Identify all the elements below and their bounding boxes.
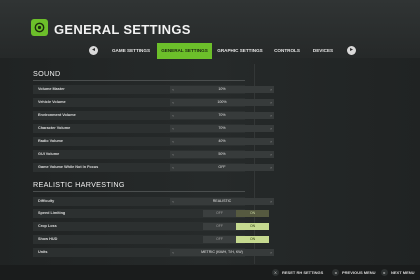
setting-row-environment-volume[interactable]: Environment Volume ‹ 70% › — [33, 111, 274, 120]
value-selector[interactable]: ‹ 100% › — [170, 99, 274, 106]
setting-label: Environment Volume — [38, 113, 76, 117]
arrow-right-icon[interactable]: › — [268, 249, 274, 256]
selector-value: 10% — [218, 87, 226, 91]
setting-label: Show HUD — [38, 237, 58, 241]
tab-controls[interactable]: CONTROLS — [268, 43, 306, 58]
nvidia-eye-icon — [31, 19, 48, 36]
arrow-right-icon[interactable]: › — [268, 125, 274, 132]
setting-label: Difficulty — [38, 199, 55, 203]
setting-label: Crop Loss — [38, 224, 57, 228]
setting-row-speed-limiting[interactable]: Speed Limiting OFF ON — [33, 209, 269, 218]
value-selector[interactable]: ‹ 50% › — [170, 151, 274, 158]
value-selector[interactable]: ‹ 10% › — [170, 86, 274, 93]
value-selector[interactable]: ‹ 40% › — [170, 138, 274, 145]
setting-row-difficulty[interactable]: Difficulty ‹ REALISTIC › — [33, 197, 274, 206]
setting-row-vehicle-volume[interactable]: Vehicle Volume ‹ 100% › — [33, 98, 274, 107]
setting-row-units[interactable]: Units ‹ METRIC (KM/H, T/H, KW) › — [33, 248, 274, 257]
section-divider — [33, 191, 245, 192]
toggle-off-option[interactable]: OFF — [203, 223, 236, 230]
arrow-right-icon[interactable]: › — [268, 138, 274, 145]
setting-row-crop-loss[interactable]: Crop Loss OFF ON — [33, 222, 269, 231]
page-title: GENERAL SETTINGS — [54, 22, 191, 37]
value-selector[interactable]: ‹ REALISTIC › — [170, 198, 274, 205]
setting-label: Volume Master — [38, 87, 65, 91]
footer-label: NEXT MENU — [391, 270, 415, 275]
value-selector[interactable]: ‹ METRIC (KM/H, T/H, KW) › — [170, 249, 274, 256]
selector-value: 40% — [218, 139, 226, 143]
on-off-toggle[interactable]: OFF ON — [203, 210, 269, 217]
value-selector[interactable]: ‹ 70% › — [170, 112, 274, 119]
description-panel — [254, 64, 393, 264]
tab-graphic-settings[interactable]: GRAPHIC SETTINGS — [214, 43, 266, 58]
active-tab-indicator — [157, 58, 212, 59]
value-selector[interactable]: ‹ 70% › — [170, 125, 274, 132]
tab-prev-button[interactable]: ◂ — [89, 46, 98, 55]
arrow-right-icon[interactable]: › — [268, 198, 274, 205]
section-title-sound: SOUND — [33, 69, 61, 78]
footer-bar: X RESET RH SETTINGS ◂ PREVIOUS MENU ▸ NE… — [0, 265, 420, 280]
setting-row-show-hud[interactable]: Show HUD OFF ON — [33, 235, 269, 244]
arrow-right-icon[interactable]: › — [268, 86, 274, 93]
setting-row-gui-volume[interactable]: GUI Volume ‹ 50% › — [33, 150, 274, 159]
toggle-off-option[interactable]: OFF — [203, 210, 236, 217]
setting-label: Radio Volume — [38, 139, 64, 143]
arrow-right-icon[interactable]: › — [268, 151, 274, 158]
setting-label: Units — [38, 250, 48, 254]
setting-row-volume-not-in-focus[interactable]: Game Volume While Not In Focus ‹ OFF › — [33, 163, 274, 172]
tab-general-settings[interactable]: GENERAL SETTINGS — [157, 43, 212, 58]
toggle-on-option[interactable]: ON — [236, 223, 269, 230]
toggle-on-option[interactable]: ON — [236, 210, 269, 217]
tab-next-button[interactable]: ▸ — [347, 46, 356, 55]
footer-label: PREVIOUS MENU — [342, 270, 376, 275]
arrow-right-icon[interactable]: › — [268, 99, 274, 106]
footer-label: RESET RH SETTINGS — [282, 270, 324, 275]
tab-game-settings[interactable]: GAME SETTINGS — [107, 43, 155, 58]
selector-value: 70% — [218, 126, 226, 130]
section-title-realistic-harvesting: REALISTIC HARVESTING — [33, 180, 125, 189]
selector-value: REALISTIC — [212, 199, 232, 203]
on-off-toggle[interactable]: OFF ON — [203, 223, 269, 230]
left-bumper-icon: ◂ — [332, 269, 339, 276]
setting-label: Vehicle Volume — [38, 100, 66, 104]
selector-value: 70% — [218, 113, 226, 117]
selector-value: OFF — [218, 165, 226, 169]
setting-row-volume-master[interactable]: Volume Master ‹ 10% › — [33, 85, 274, 94]
value-selector[interactable]: ‹ OFF › — [170, 164, 274, 171]
setting-label: GUI Volume — [38, 152, 60, 156]
selector-value: 50% — [218, 152, 226, 156]
right-bumper-icon: ▸ — [381, 269, 388, 276]
arrow-right-icon[interactable]: › — [268, 112, 274, 119]
toggle-on-option[interactable]: ON — [236, 236, 269, 243]
toggle-off-option[interactable]: OFF — [203, 236, 236, 243]
setting-row-character-volume[interactable]: Character Volume ‹ 70% › — [33, 124, 274, 133]
setting-row-radio-volume[interactable]: Radio Volume ‹ 40% › — [33, 137, 274, 146]
on-off-toggle[interactable]: OFF ON — [203, 236, 269, 243]
setting-label: Game Volume While Not In Focus — [38, 165, 99, 169]
tab-devices[interactable]: DEVICES — [308, 43, 338, 58]
section-divider — [33, 80, 245, 81]
setting-label: Character Volume — [38, 126, 71, 130]
selector-value: 100% — [217, 100, 227, 104]
setting-label: Speed Limiting — [38, 211, 66, 215]
arrow-right-icon[interactable]: › — [268, 164, 274, 171]
x-key-icon: X — [272, 269, 279, 276]
selector-value: METRIC (KM/H, T/H, KW) — [201, 250, 243, 254]
